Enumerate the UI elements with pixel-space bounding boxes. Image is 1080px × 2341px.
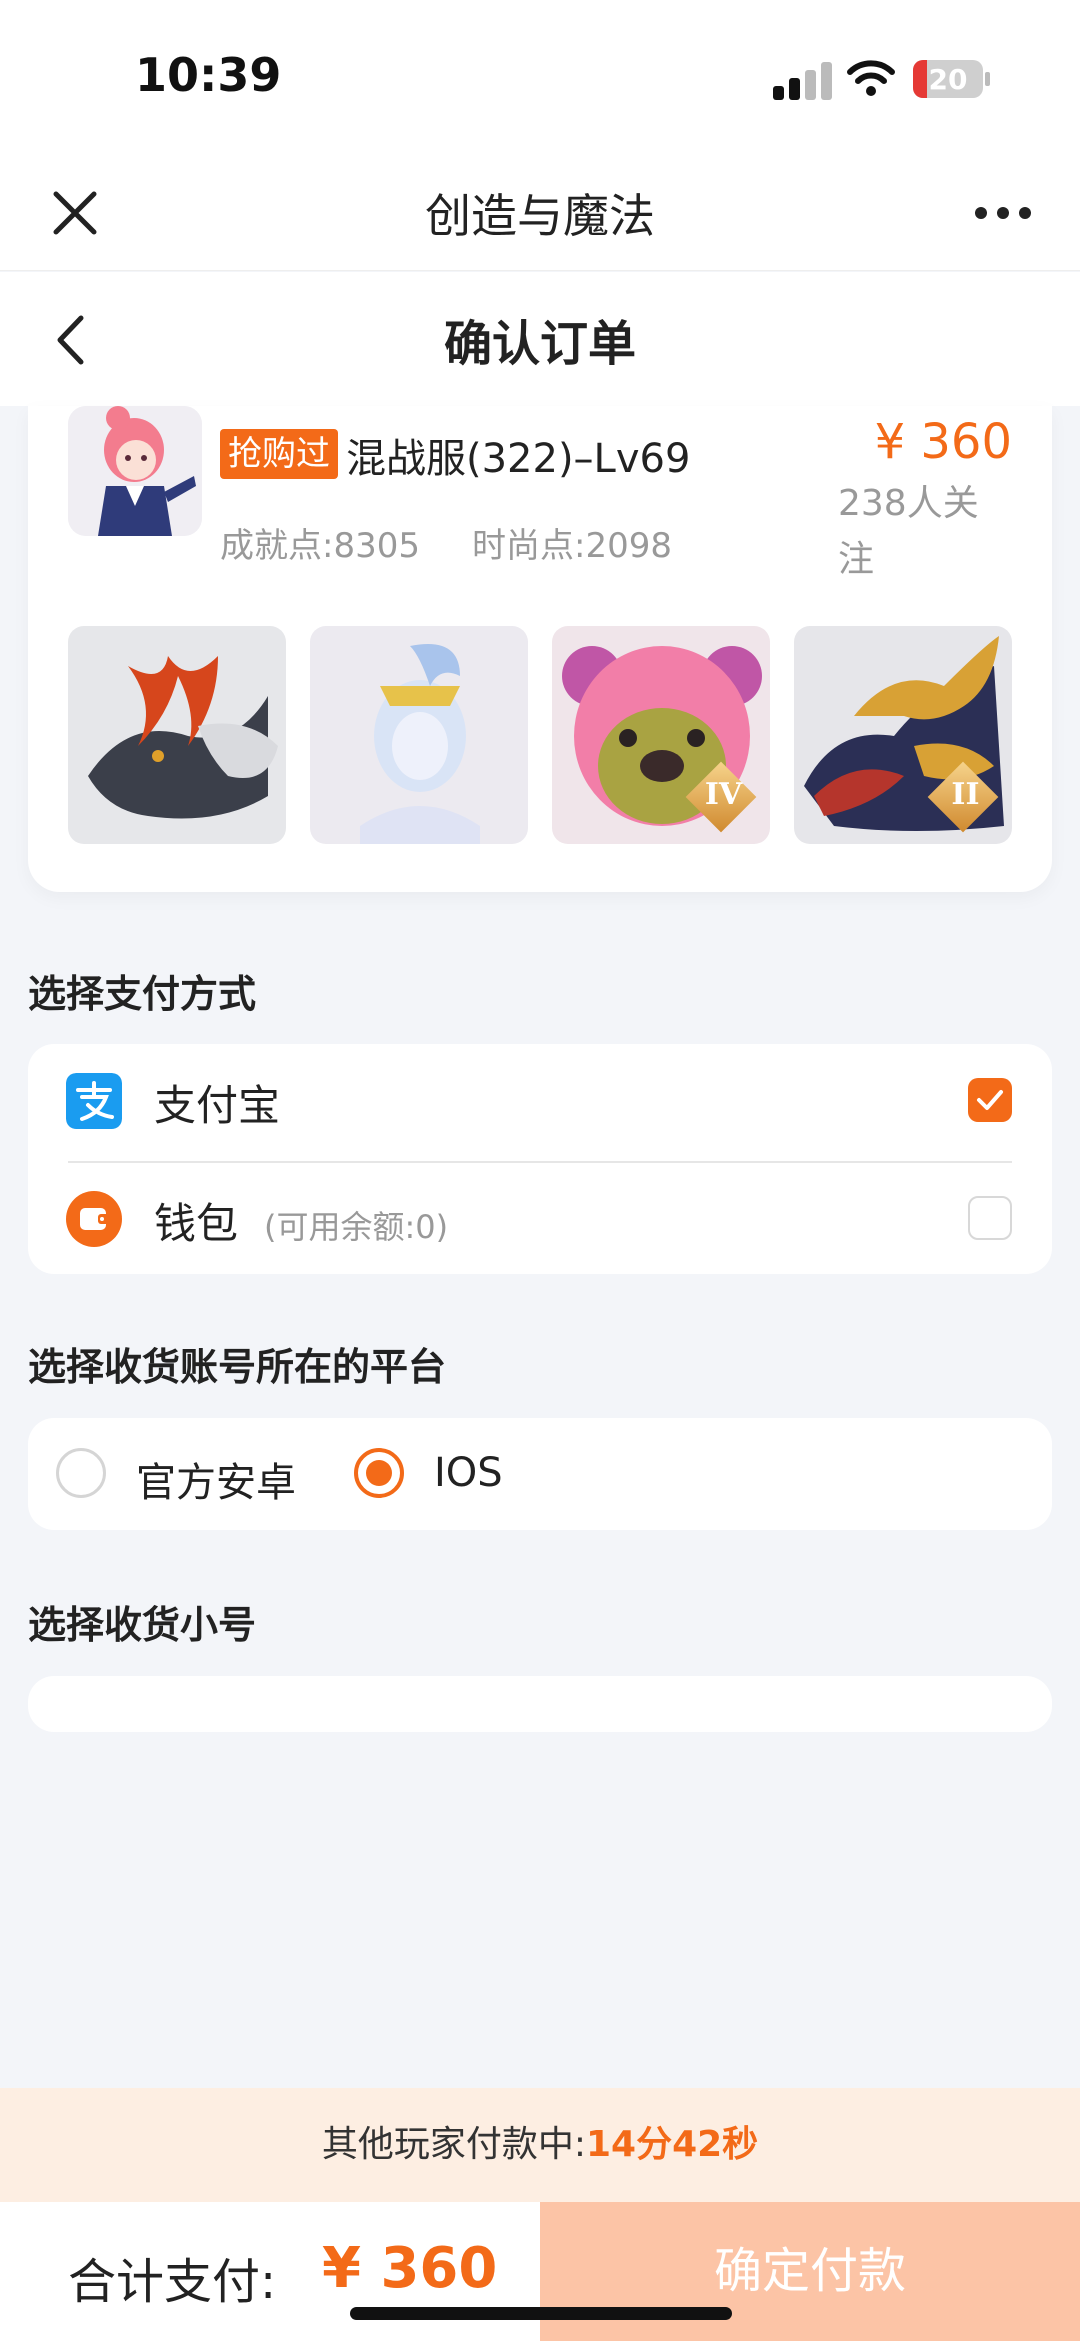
total-price: ¥ 360: [322, 2236, 498, 2301]
countdown-time: 14分42秒: [585, 2124, 759, 2165]
app-title: 创造与魔法: [425, 189, 655, 243]
product-price: ¥ 360: [874, 414, 1012, 470]
alipay-label: 支付宝: [154, 1081, 281, 1130]
ios-label: IOS: [434, 1450, 503, 1496]
wifi-icon: [847, 60, 895, 96]
total-label: 合计支付:: [68, 2254, 277, 2310]
item-thumbnails: IV II: [68, 626, 1014, 846]
battery-icon: 20: [913, 60, 983, 98]
confirm-payment-button[interactable]: 确定付款: [540, 2202, 1080, 2341]
product-card[interactable]: 抢购过 混战服(322)–Lv69 ¥ 360 238人关注 成就点:8305 时…: [28, 406, 1052, 892]
page-title: 确认订单: [443, 316, 636, 372]
home-indicator[interactable]: [350, 2307, 732, 2320]
payment-countdown: 其他玩家付款中:14分42秒: [0, 2088, 1080, 2202]
bottom-bar: 合计支付: ¥ 360 确定付款: [0, 2202, 1080, 2341]
thumbnail-pink-bear[interactable]: IV: [552, 626, 770, 844]
battery-level: 20: [928, 63, 968, 96]
alipay-icon: [66, 1073, 122, 1129]
status-time: 10:39: [135, 48, 282, 102]
battery-tip: [985, 72, 990, 86]
payment-option-alipay[interactable]: 支付宝: [28, 1044, 1052, 1156]
payment-section-title: 选择支付方式: [28, 972, 257, 1016]
purchase-badge: 抢购过: [220, 429, 338, 479]
status-bar: 10:39 20: [0, 0, 1080, 160]
product-avatar: [68, 406, 202, 536]
app-bar: 创造与魔法: [0, 160, 1080, 271]
more-options-icon[interactable]: [975, 204, 1035, 224]
sub-account-selector[interactable]: [28, 1676, 1052, 1732]
countdown-label: 其他玩家付款中:: [321, 2124, 586, 2165]
wallet-checkbox[interactable]: [968, 1196, 1012, 1240]
cellular-signal-icon: [773, 60, 833, 100]
payment-methods-panel: 支付宝 钱包 (可用余额:0): [28, 1044, 1052, 1274]
product-stats: 成就点:8305 时尚点:2098: [220, 518, 672, 567]
fashion-points: 时尚点:2098: [471, 526, 672, 566]
alipay-checkbox[interactable]: [968, 1078, 1012, 1122]
sub-account-section-title: 选择收货小号: [28, 1603, 257, 1647]
achievement-points: 成就点:8305: [220, 526, 420, 566]
product-name: 混战服(322)–Lv69: [346, 436, 691, 482]
android-label: 官方安卓: [136, 1460, 296, 1506]
ios-radio[interactable]: [354, 1448, 404, 1498]
page-header: 确认订单: [0, 272, 1080, 406]
platform-section-title: 选择收货账号所在的平台: [28, 1345, 447, 1389]
wallet-label: 钱包 (可用余额:0): [154, 1199, 449, 1248]
thumbnail-dragon-white[interactable]: [68, 626, 286, 844]
platform-panel: 官方安卓 IOS: [28, 1418, 1052, 1530]
followers-count: 238人关注: [838, 483, 979, 580]
thumbnail-dragon-gold[interactable]: II: [794, 626, 1012, 844]
payment-option-wallet[interactable]: 钱包 (可用余额:0): [28, 1162, 1052, 1274]
thumbnail-character[interactable]: [310, 626, 528, 844]
wallet-balance-note: (可用余额:0): [264, 1208, 449, 1246]
android-radio[interactable]: [56, 1448, 106, 1498]
wallet-icon: [66, 1191, 122, 1247]
